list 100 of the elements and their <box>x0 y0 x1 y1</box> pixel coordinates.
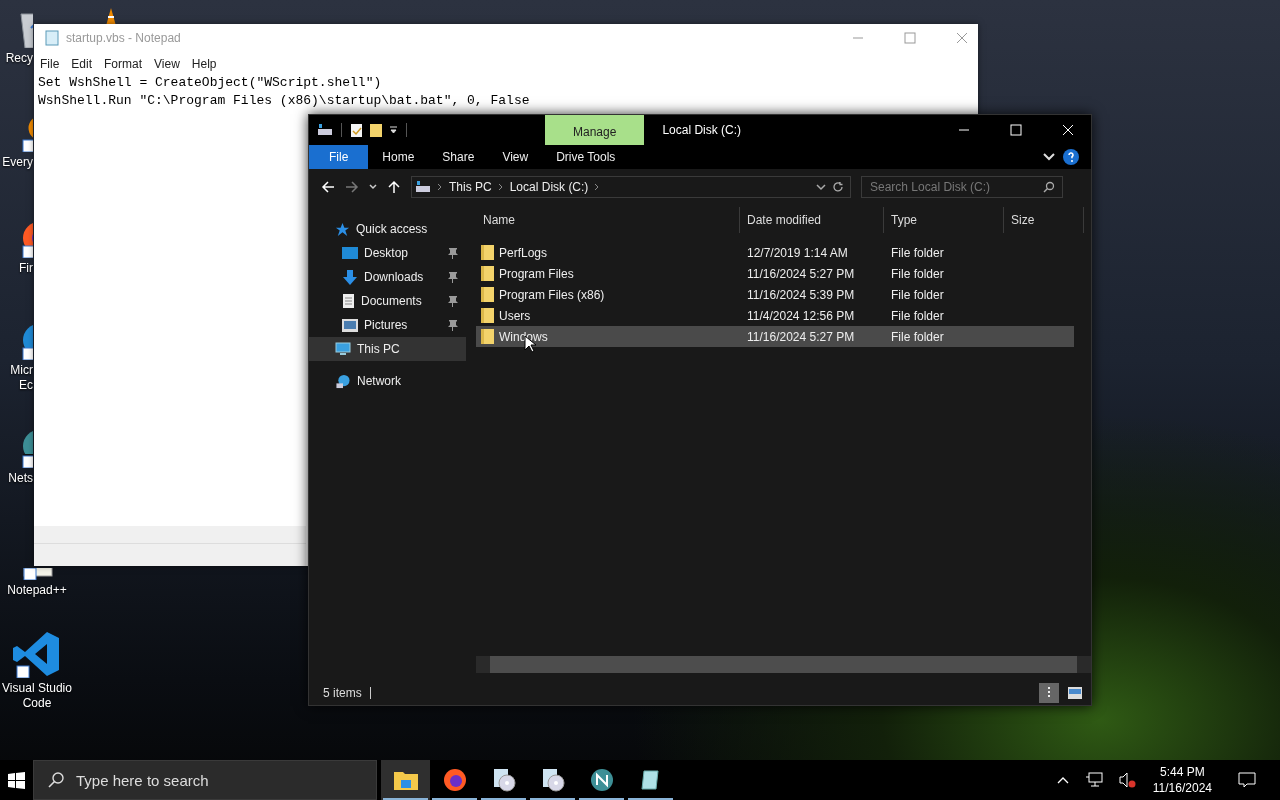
globe-network-icon <box>335 373 351 389</box>
taskbar-app[interactable] <box>381 760 430 800</box>
down-arrow-icon <box>342 269 358 285</box>
search-field[interactable]: Search Local Disk (C:) <box>861 176 1063 198</box>
date-modified: 11/16/2024 5:27 PM <box>746 266 856 281</box>
folder-icon <box>481 266 494 281</box>
pin-icon[interactable] <box>448 247 458 259</box>
file-type: File folder <box>890 308 945 323</box>
file-name: Program Files <box>499 266 574 281</box>
chevron-right-icon[interactable] <box>497 183 504 191</box>
desktop-icon-label[interactable]: Micr Ec <box>10 363 33 393</box>
desktop-icon-label[interactable]: Every <box>2 155 33 170</box>
column-header[interactable]: Date modified <box>740 207 884 233</box>
globe-n-icon <box>589 768 614 792</box>
desktop-icon-label[interactable]: Recy <box>5 51 33 66</box>
code-line: WshShell.Run "C:\Program Files (x86)\startup\bat.bat", 0, False <box>38 92 531 110</box>
horizontal-scrollbar[interactable] <box>34 526 306 543</box>
desktop-icon-label[interactable]: Notepad++ <box>7 583 67 598</box>
dropdown-icon[interactable] <box>389 125 398 135</box>
recent-locations-icon[interactable] <box>369 184 377 190</box>
search-icon <box>48 772 64 788</box>
monitor-icon <box>335 342 351 356</box>
file-type: File folder <box>890 287 945 302</box>
menu-item[interactable]: Edit <box>69 57 99 71</box>
nav-item[interactable]: This PC <box>309 337 466 361</box>
horizontal-scrollbar[interactable] <box>476 656 1091 673</box>
address-bar[interactable]: This PC Local Disk (C:) <box>411 176 851 198</box>
refresh-icon[interactable] <box>832 181 844 193</box>
column-header[interactable]: Name <box>476 207 740 233</box>
notepad-icon <box>639 769 662 791</box>
pin-icon[interactable] <box>448 295 458 307</box>
ribbon-tab[interactable]: Home <box>368 145 429 169</box>
file-row[interactable]: PerfLogs 12/7/2019 1:14 AM File folder <box>476 242 1074 263</box>
item-count: 5 items <box>323 686 362 700</box>
date-modified: 12/7/2019 1:14 AM <box>746 245 849 260</box>
star-icon <box>335 221 350 237</box>
new-folder-icon[interactable] <box>369 122 383 138</box>
drive-icon[interactable] <box>317 123 333 137</box>
chevron-right-icon[interactable] <box>594 183 601 191</box>
firefox-icon <box>442 768 467 792</box>
clock-date[interactable]: 11/16/2024 <box>1152 780 1212 796</box>
desktop-icon-label[interactable]: Nets <box>8 471 33 486</box>
notepad-icon <box>44 30 60 46</box>
chevron-down-icon[interactable] <box>816 183 826 191</box>
back-arrow-icon[interactable] <box>321 180 335 194</box>
file-row[interactable]: Program Files (x86) 11/16/2024 5:39 PM File folder <box>476 284 1074 305</box>
nav-item[interactable]: Downloads <box>309 265 466 289</box>
large-icons-view-icon[interactable] <box>1067 686 1083 700</box>
search-icon <box>1043 181 1055 193</box>
ribbon-tab[interactable]: Share <box>428 145 489 169</box>
clock-time[interactable]: 5:44 PM <box>1160 764 1205 780</box>
pin-icon[interactable] <box>448 319 458 331</box>
menu-item[interactable]: Format <box>102 57 149 71</box>
notifications-icon[interactable] <box>1238 772 1256 788</box>
taskbar-search-box[interactable]: Type here to search <box>33 760 377 800</box>
ribbon-tab[interactable]: Drive Tools <box>542 145 630 169</box>
help-icon[interactable] <box>1063 149 1079 165</box>
code-line: Set WshShell = CreateObject("WScript.shell") <box>38 74 383 92</box>
menu-item[interactable]: View <box>152 57 186 71</box>
desktop-icon <box>342 246 358 260</box>
nav-item[interactable]: Network <box>309 369 466 393</box>
network-wired-icon[interactable] <box>1084 772 1103 788</box>
file-row[interactable]: Program Files 11/16/2024 5:27 PM File folder <box>476 263 1074 284</box>
nav-item[interactable]: Quick access <box>309 217 466 241</box>
folder-icon <box>481 329 494 344</box>
details-view-icon[interactable] <box>1039 683 1059 703</box>
forward-arrow-icon[interactable] <box>345 180 359 194</box>
breadcrumb-item[interactable]: This PC <box>449 180 492 194</box>
chevron-right-icon[interactable] <box>437 183 443 191</box>
nav-item[interactable]: Desktop <box>309 241 466 265</box>
desktop-icon-label[interactable]: Fir <box>19 261 33 276</box>
up-arrow-icon[interactable] <box>387 180 401 194</box>
column-header[interactable]: Size <box>1004 207 1084 233</box>
disc-installer-icon <box>491 768 516 792</box>
window-title: startup.vbs - Notepad <box>66 31 181 45</box>
column-header[interactable]: Type <box>884 207 1004 233</box>
pin-icon[interactable] <box>448 271 458 283</box>
drive-icon <box>415 180 431 194</box>
breadcrumb-item[interactable]: Local Disk (C:) <box>509 180 589 194</box>
file-type: File folder <box>890 329 945 344</box>
file-name: Users <box>499 308 531 323</box>
volume-muted-icon[interactable] <box>1118 772 1137 788</box>
file-name: PerfLogs <box>499 245 548 260</box>
folder-icon <box>393 770 418 790</box>
file-row[interactable]: Users 11/4/2024 12:56 PM File folder <box>476 305 1074 326</box>
desktop-icon-label[interactable]: Visual Studio Code <box>2 681 72 711</box>
folder-icon <box>481 245 494 260</box>
disc-installer-icon <box>540 768 565 792</box>
nav-item[interactable]: Documents <box>309 289 466 313</box>
nav-item[interactable]: Pictures <box>309 313 466 337</box>
picture-icon <box>342 318 358 332</box>
file-type: File folder <box>890 266 945 281</box>
menu-item[interactable]: File <box>38 57 66 71</box>
windows-start-icon[interactable] <box>8 771 25 789</box>
ribbon-tab[interactable]: View <box>488 145 543 169</box>
chevron-up-icon[interactable] <box>1056 776 1069 784</box>
context-tab-header[interactable]: Manage <box>545 115 645 145</box>
folder-icon <box>481 287 494 302</box>
properties-icon[interactable] <box>350 122 363 138</box>
menu-item[interactable]: Help <box>189 57 223 71</box>
